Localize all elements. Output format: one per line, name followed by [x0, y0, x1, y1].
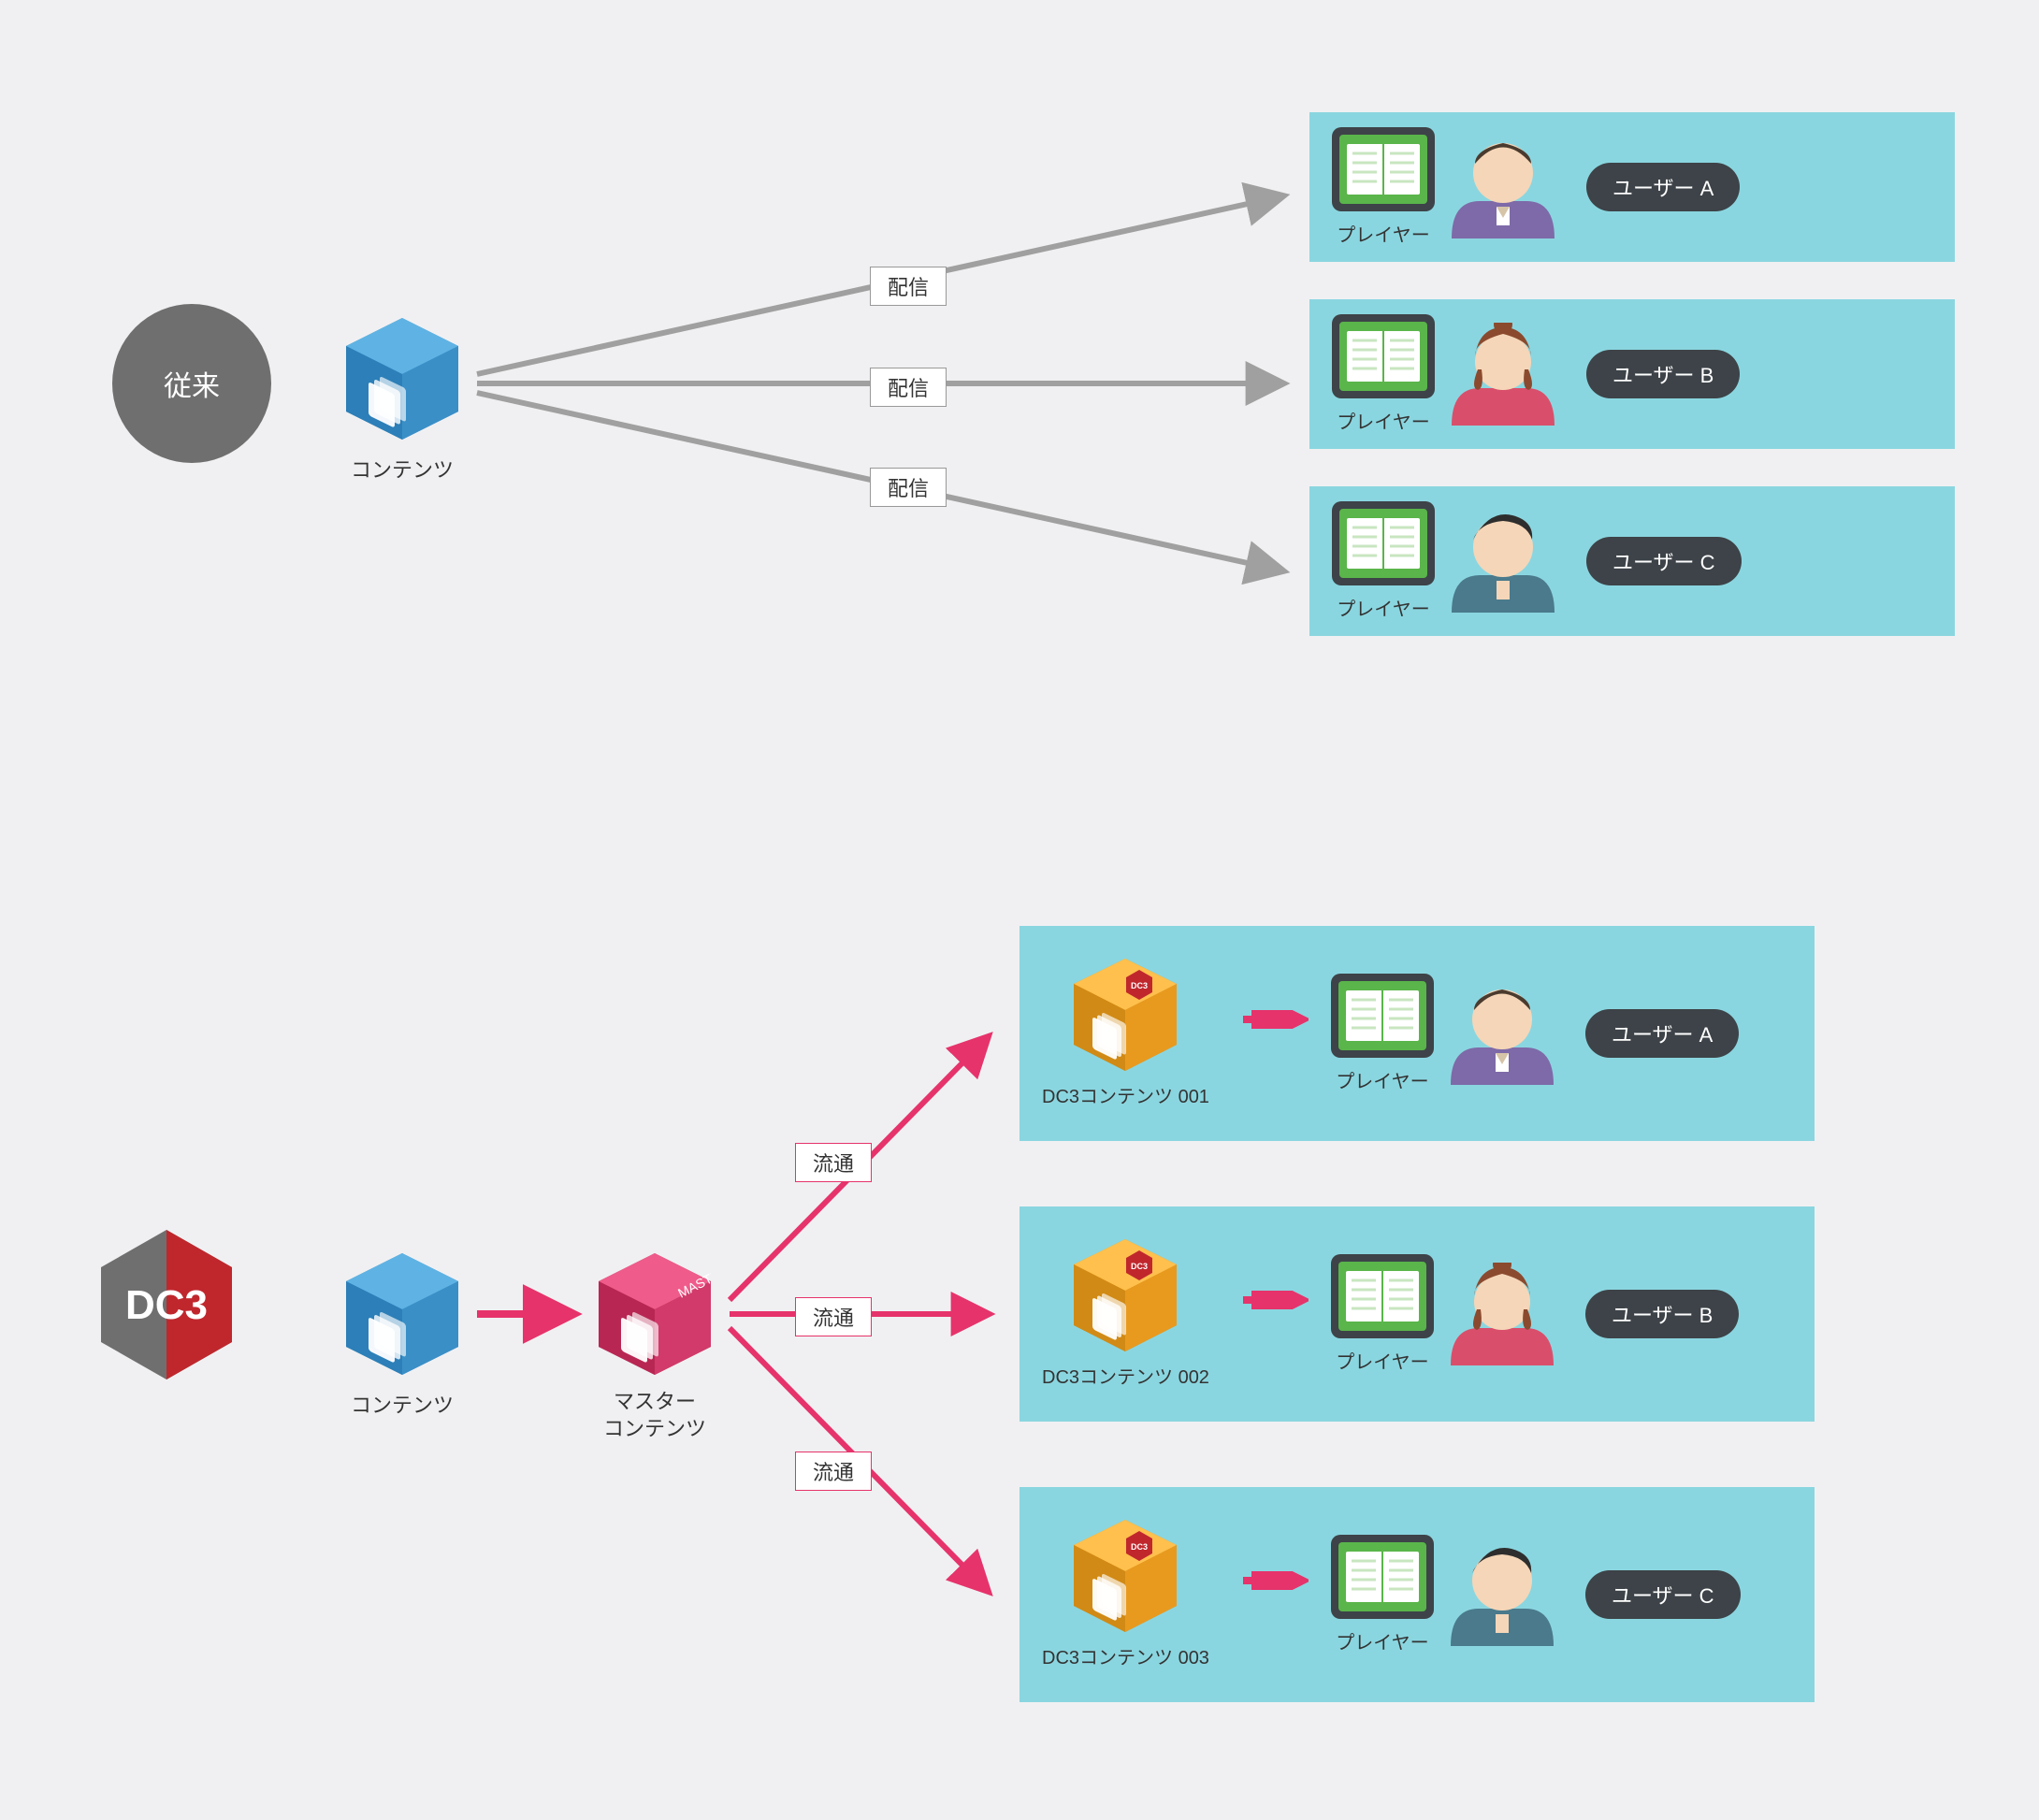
dc3-user-card-a: DC3コンテンツ 001 プレイヤー ユーザー A — [1020, 926, 1815, 1141]
dc3-player-a: プレイヤー — [1331, 974, 1434, 1093]
master-label: マスター コンテンツ — [599, 1389, 711, 1442]
content-cube-dc3: コンテンツ — [346, 1253, 458, 1419]
dc3-content-label-a: DC3コンテンツ 001 — [1042, 1081, 1209, 1108]
player-c: プレイヤー — [1332, 501, 1435, 621]
dc3-user-card-c: DC3コンテンツ 003 プレイヤー ユーザー C — [1020, 1487, 1815, 1702]
player-a: プレイヤー — [1332, 127, 1435, 247]
content-cube-traditional: コンテンツ — [346, 318, 458, 484]
dc3-player-c: プレイヤー — [1331, 1535, 1434, 1654]
mini-arrow-icon — [1243, 1291, 1309, 1309]
user-card-c: プレイヤー ユーザー C — [1309, 486, 1955, 636]
avatar-a-icon — [1451, 982, 1554, 1085]
cube-icon — [346, 318, 458, 440]
dc3-content-label-b: DC3コンテンツ 002 — [1042, 1362, 1209, 1389]
dc3-user-card-b: DC3コンテンツ 002 プレイヤー ユーザー B — [1020, 1206, 1815, 1422]
player-icon — [1331, 1535, 1434, 1619]
avatar-b-icon — [1451, 1263, 1554, 1365]
dc3-content-label-c: DC3コンテンツ 003 — [1042, 1642, 1209, 1669]
mini-arrow-icon — [1243, 1571, 1309, 1590]
badge-traditional: 従来 — [112, 304, 271, 463]
avatar-c-icon — [1451, 1543, 1554, 1646]
player-icon — [1331, 1254, 1434, 1338]
player-b: プレイヤー — [1332, 314, 1435, 434]
arrow-label-2: 配信 — [870, 368, 947, 407]
avatar-a-icon — [1452, 136, 1555, 238]
user-card-b: プレイヤー ユーザー B — [1309, 299, 1955, 449]
badge-traditional-label: 従来 — [164, 363, 220, 404]
orange-cube-icon — [1074, 959, 1177, 1071]
dc3-hex-icon — [101, 1230, 232, 1379]
user-card-a: プレイヤー ユーザー A — [1309, 112, 1955, 262]
dc3-user-pill-b: ユーザー B — [1585, 1290, 1739, 1338]
user-pill-b: ユーザー B — [1586, 350, 1740, 398]
master-cube: マスター コンテンツ — [599, 1253, 711, 1442]
mini-arrow-icon — [1243, 1010, 1309, 1029]
dc3-logo — [101, 1230, 232, 1384]
dc3-player-b: プレイヤー — [1331, 1254, 1434, 1374]
player-icon — [1332, 127, 1435, 211]
dc3-content-b: DC3コンテンツ 002 — [1042, 1239, 1209, 1389]
dc3-user-pill-c: ユーザー C — [1585, 1570, 1741, 1619]
player-label: プレイヤー — [1331, 1066, 1434, 1093]
player-label: プレイヤー — [1332, 407, 1435, 434]
arrow-label-3: 配信 — [870, 468, 947, 507]
user-pill-c: ユーザー C — [1586, 537, 1742, 585]
dc3-user-pill-a: ユーザー A — [1585, 1009, 1739, 1058]
player-label: プレイヤー — [1332, 220, 1435, 247]
arrow-label-1: 配信 — [870, 267, 947, 306]
section-dc3: コンテンツ マスター コンテンツ 流通 流通 流通 DC3コンテンツ 001 プ… — [0, 898, 2039, 1740]
content-label-dc3: コンテンツ — [346, 1389, 458, 1419]
orange-cube-icon — [1074, 1239, 1177, 1351]
avatar-c-icon — [1452, 510, 1555, 613]
player-icon — [1331, 974, 1434, 1058]
dc3-content-c: DC3コンテンツ 003 — [1042, 1520, 1209, 1669]
section-traditional: 従来 コンテンツ 配信 配信 配信 プレイヤー ユーザー A プレイヤー ユーザ… — [0, 75, 2039, 673]
cube-icon — [346, 1253, 458, 1375]
player-label: プレイヤー — [1331, 1347, 1434, 1374]
master-cube-icon — [599, 1253, 711, 1375]
orange-cube-icon — [1074, 1520, 1177, 1632]
avatar-b-icon — [1452, 323, 1555, 426]
player-label: プレイヤー — [1332, 594, 1435, 621]
flow-label-1: 流通 — [795, 1143, 872, 1182]
player-icon — [1332, 314, 1435, 398]
flow-label-2: 流通 — [795, 1297, 872, 1336]
user-pill-a: ユーザー A — [1586, 163, 1740, 211]
dc3-content-a: DC3コンテンツ 001 — [1042, 959, 1209, 1108]
player-icon — [1332, 501, 1435, 585]
arrow-content-to-master — [477, 1305, 580, 1323]
content-label: コンテンツ — [346, 454, 458, 484]
player-label: プレイヤー — [1331, 1627, 1434, 1654]
flow-label-3: 流通 — [795, 1452, 872, 1491]
